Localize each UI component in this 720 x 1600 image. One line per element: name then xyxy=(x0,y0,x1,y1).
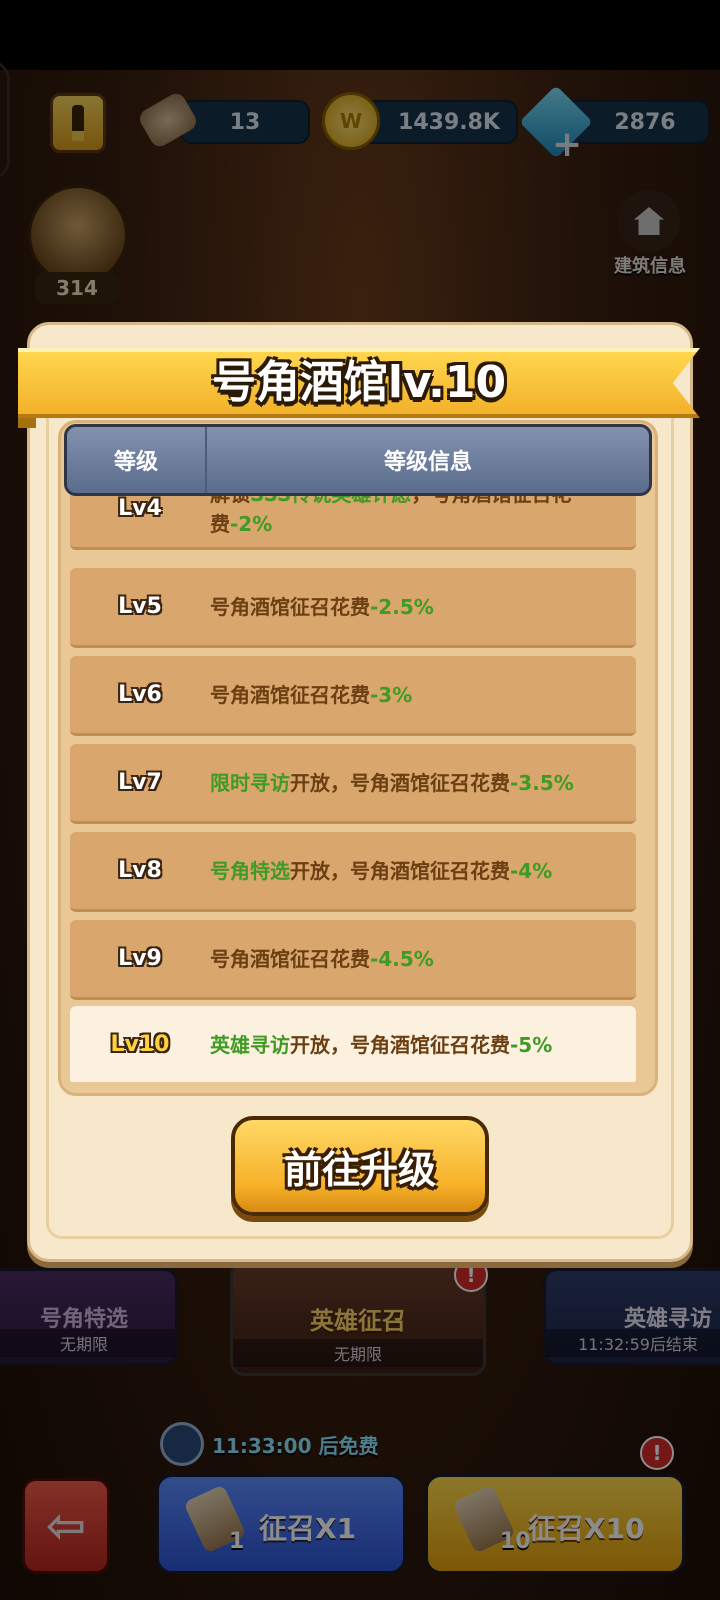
info-text: 开放，号角酒馆征召花费 xyxy=(290,1032,510,1057)
level-row: Lv5 号角酒馆征召花费-2.5% xyxy=(70,568,636,648)
info-text: 号角酒馆征召花费 xyxy=(210,946,370,971)
row-info: 号角特选开放，号角酒馆征召花费-4% xyxy=(210,856,636,886)
row-level: Lv7 xyxy=(118,770,162,795)
level-row: Lv4 解锁SSS传说英雄许愿，号角酒馆征召花费-2% xyxy=(70,494,636,550)
level-row: Lv6 号角酒馆征召花费-3% xyxy=(70,656,636,736)
highlight-text: -4.5% xyxy=(370,946,434,971)
row-level: Lv5 xyxy=(118,594,162,619)
row-level: Lv8 xyxy=(118,858,162,883)
info-text: 号角酒馆征召花费 xyxy=(210,682,370,707)
info-text: 号角酒馆征召花费 xyxy=(210,594,370,619)
level-row: Lv9 号角酒馆征召花费-4.5% xyxy=(70,920,636,1000)
dialog-title: 号角酒馆lv.10 xyxy=(211,357,507,408)
row-info: 解锁SSS传说英雄许愿，号角酒馆征召花费-2% xyxy=(210,494,636,539)
row-info: 限时寻访开放，号角酒馆征召花费-3.5% xyxy=(210,768,636,798)
row-info: 号角酒馆征召花费-2.5% xyxy=(210,592,636,622)
highlight-text: -2% xyxy=(230,511,273,536)
row-info: 号角酒馆征召花费-3% xyxy=(210,680,636,710)
header-info: 等级信息 xyxy=(383,450,472,475)
level-table-header: 等级 等级信息 xyxy=(64,424,652,496)
highlight-text: -5% xyxy=(510,1032,553,1057)
row-level: Lv10 xyxy=(110,1032,170,1057)
level-row: Lv8 号角特选开放，号角酒馆征召花费-4% xyxy=(70,832,636,912)
row-info: 英雄寻访开放，号角酒馆征召花费-5% xyxy=(210,1030,636,1060)
level-row: Lv10 英雄寻访开放，号角酒馆征召花费-5% xyxy=(70,1006,636,1082)
highlight-text: -2.5% xyxy=(370,594,434,619)
row-level: Lv9 xyxy=(118,946,162,971)
highlight-text: -3% xyxy=(370,682,413,707)
highlight-text: 号角特选 xyxy=(210,858,290,883)
row-level: Lv4 xyxy=(118,496,162,521)
info-text: 开放，号角酒馆征召花费 xyxy=(290,770,510,795)
level-row: Lv7 限时寻访开放，号角酒馆征召花费-3.5% xyxy=(70,744,636,824)
row-level: Lv6 xyxy=(118,682,162,707)
info-text: 开放，号角酒馆征召花费 xyxy=(290,858,510,883)
go-upgrade-button[interactable]: 前往升级 xyxy=(231,1116,489,1216)
highlight-text: 英雄寻访 xyxy=(210,1032,290,1057)
highlight-text: 限时寻访 xyxy=(210,770,290,795)
row-info: 号角酒馆征召花费-4.5% xyxy=(210,944,636,974)
header-level: 等级 xyxy=(67,427,207,493)
level-rows-scroll[interactable]: Lv4解锁SSS传说英雄许愿，号角酒馆征召花费-2%Lv5号角酒馆征召花费-2.… xyxy=(60,494,656,1082)
highlight-text: -4% xyxy=(510,858,553,883)
highlight-text: -3.5% xyxy=(510,770,574,795)
